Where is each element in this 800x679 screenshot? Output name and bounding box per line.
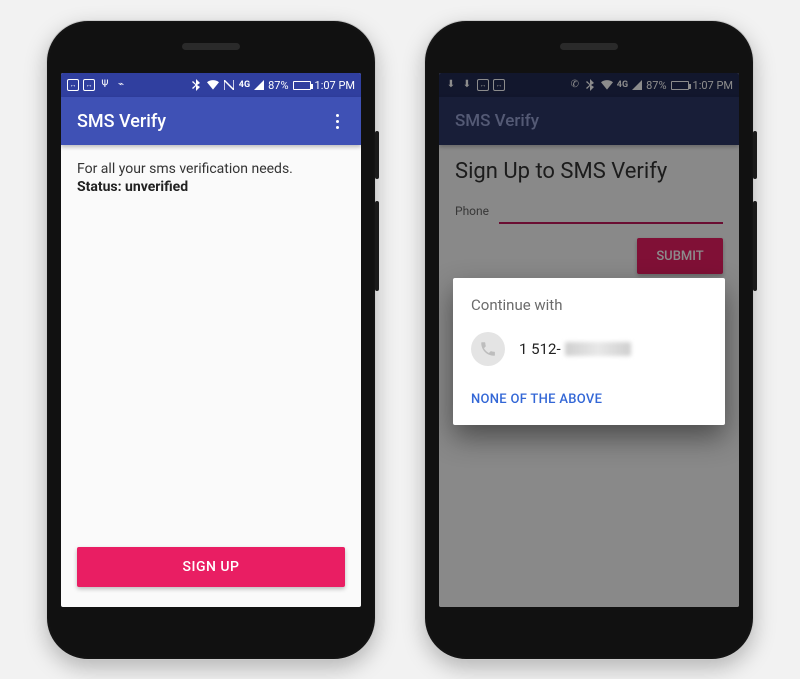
sign-up-button[interactable]: SIGN UP bbox=[77, 547, 345, 587]
statusbar-clock: 1:07 PM bbox=[315, 79, 355, 92]
app-title: SMS Verify bbox=[77, 111, 166, 132]
bluetooth-icon bbox=[191, 79, 203, 91]
power-button bbox=[753, 131, 757, 179]
screen-right: ⬇ ⬇ ↔ ↔ ✆ 4G 87% 1:0 bbox=[439, 73, 739, 607]
cellular-signal-icon bbox=[254, 80, 264, 90]
app-bar: SMS Verify bbox=[61, 97, 361, 145]
battery-percent: 87% bbox=[268, 79, 288, 92]
volume-rocker bbox=[753, 201, 757, 291]
overflow-menu-icon[interactable] bbox=[329, 110, 345, 133]
status-line: Status: unverified bbox=[77, 179, 345, 195]
phone-redacted-suffix bbox=[565, 342, 631, 356]
sign-up-button-label: SIGN UP bbox=[183, 559, 240, 575]
nfc-icon bbox=[223, 79, 235, 91]
phone-option-number: 1 512- bbox=[519, 340, 631, 358]
phone-prefix: 1 512- bbox=[519, 340, 561, 358]
notification-icon: ↔ bbox=[67, 79, 79, 91]
battery-icon bbox=[293, 81, 311, 90]
network-4g-icon: 4G bbox=[239, 80, 250, 90]
none-of-the-above-label: NONE OF THE ABOVE bbox=[471, 392, 602, 407]
none-of-the-above-button[interactable]: NONE OF THE ABOVE bbox=[471, 386, 707, 413]
dialog-title: Continue with bbox=[471, 296, 707, 314]
notification-icon: ↔ bbox=[83, 79, 95, 91]
wifi-icon bbox=[207, 79, 219, 91]
main-content: For all your sms verification needs. Sta… bbox=[61, 145, 361, 607]
usb-icon: Ψ bbox=[99, 79, 111, 91]
tagline-text: For all your sms verification needs. bbox=[77, 161, 345, 177]
volume-rocker bbox=[375, 201, 379, 291]
phone-device-frame-right: ⬇ ⬇ ↔ ↔ ✆ 4G 87% 1:0 bbox=[424, 20, 754, 660]
bug-icon: ⌁ bbox=[115, 79, 127, 91]
screen-left: ↔ ↔ Ψ ⌁ 4G 87% bbox=[61, 73, 361, 607]
android-statusbar: ↔ ↔ Ψ ⌁ 4G 87% bbox=[61, 73, 361, 97]
phone-icon bbox=[471, 332, 505, 366]
phone-option[interactable]: 1 512- bbox=[471, 332, 707, 366]
power-button bbox=[375, 131, 379, 179]
phone-device-frame-left: ↔ ↔ Ψ ⌁ 4G 87% bbox=[46, 20, 376, 660]
phone-picker-dialog: Continue with 1 512- NONE OF THE ABOVE bbox=[453, 278, 725, 425]
